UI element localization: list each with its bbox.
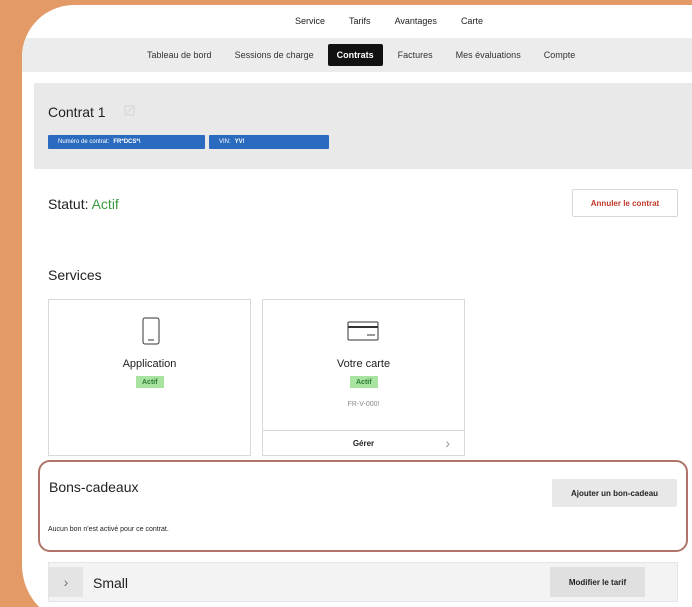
service-name: Votre carte: [336, 358, 391, 370]
manage-label: Gérer: [352, 438, 375, 448]
tariff-row: › Small Modifier le tarif: [48, 562, 678, 602]
chevron-right-icon[interactable]: ›: [49, 567, 83, 597]
tab-sessions-de-charge[interactable]: Sessions de charge: [235, 50, 314, 60]
top-nav: Service Tarifs Avantages Carte: [22, 5, 692, 37]
top-nav-avantages[interactable]: Avantages: [395, 16, 437, 26]
vouchers-empty-text: Aucun bon n'est activé pour ce contrat.: [48, 526, 169, 533]
status-badge: Actif: [350, 376, 378, 388]
contract-number-value: FR*DCS*\: [113, 139, 141, 145]
sub-nav: Tableau de bord Sessions de charge Contr…: [22, 38, 692, 72]
vouchers-title: Bons-cadeaux: [49, 479, 139, 495]
contract-number-chip: Numéro de contrat: FR*DCS*\: [48, 135, 205, 149]
chevron-right-icon: ›: [445, 435, 450, 451]
modify-tariff-button[interactable]: Modifier le tarif: [550, 567, 645, 597]
top-nav-service[interactable]: Service: [295, 16, 325, 26]
add-voucher-button[interactable]: Ajouter un bon-cadeau: [552, 479, 677, 507]
manage-card-button[interactable]: Gérer ›: [263, 430, 464, 455]
cancel-contract-button[interactable]: Annuler le contrat: [572, 189, 678, 217]
tab-tableau-de-bord[interactable]: Tableau de bord: [147, 50, 212, 60]
service-card-application: Application Actif: [48, 299, 251, 456]
tab-contrats[interactable]: Contrats: [327, 44, 383, 66]
service-card-votre-carte: Votre carte Actif FR-V-000! Gérer ›: [262, 299, 465, 456]
app-window: Service Tarifs Avantages Carte Tableau d…: [22, 5, 692, 607]
status-line: Statut: Actif: [48, 196, 119, 212]
card-icon: [347, 321, 379, 346]
status-label: Statut:: [48, 196, 89, 212]
top-nav-tarifs[interactable]: Tarifs: [349, 16, 371, 26]
contract-number-label: Numéro de contrat:: [58, 139, 110, 145]
status-badge: Actif: [136, 376, 164, 388]
vin-value: YV!: [234, 139, 245, 145]
contract-header: Contrat 1 Numéro de contrat: FR*DCS*\ VI…: [34, 83, 692, 169]
top-nav-carte[interactable]: Carte: [461, 16, 483, 26]
edit-icon[interactable]: [124, 105, 135, 119]
vin-chip: VIN: YV!: [209, 135, 329, 149]
contract-title: Contrat 1: [48, 104, 106, 120]
vouchers-section: Bons-cadeaux Ajouter un bon-cadeau Aucun…: [38, 460, 688, 552]
status-value: Actif: [91, 196, 119, 212]
card-code: FR-V-000!: [347, 401, 380, 408]
service-name: Application: [122, 358, 177, 370]
tab-compte[interactable]: Compte: [544, 50, 576, 60]
tab-factures[interactable]: Factures: [398, 50, 433, 60]
tariff-name: Small: [93, 575, 129, 591]
tab-mes-evaluations[interactable]: Mes évaluations: [456, 50, 521, 60]
services-title: Services: [48, 267, 102, 283]
phone-icon: [142, 317, 160, 350]
vin-label: VIN:: [219, 139, 231, 145]
